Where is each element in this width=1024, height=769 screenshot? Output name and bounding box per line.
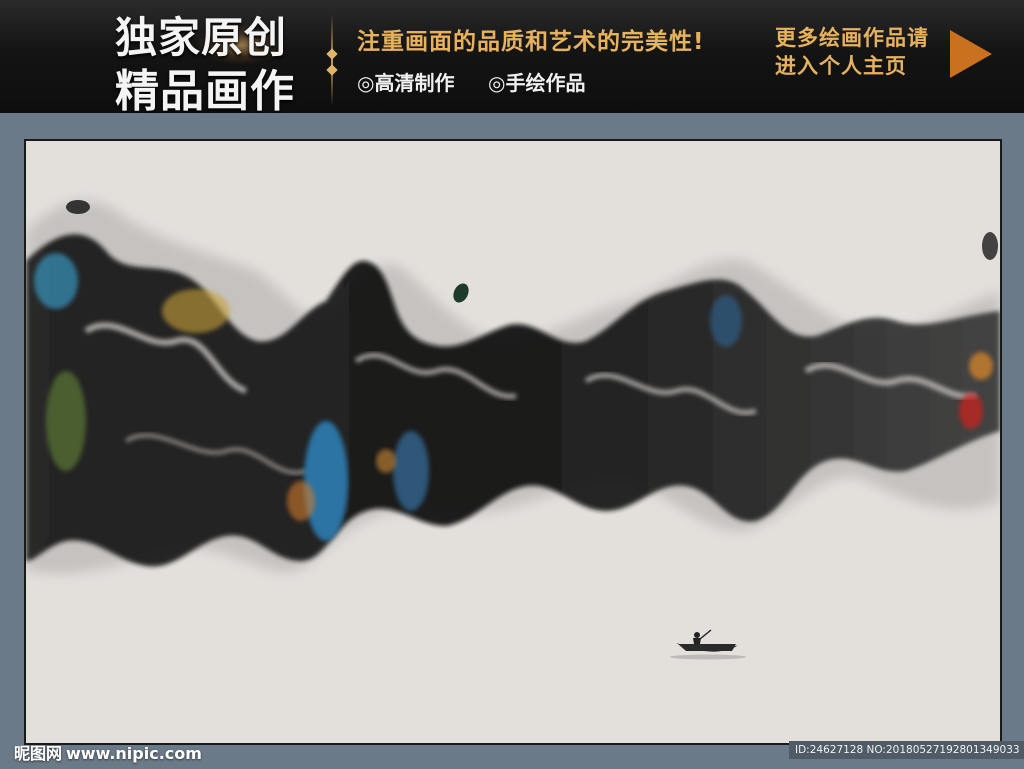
banner-divider <box>326 14 338 106</box>
orange-ink-accent <box>969 352 993 380</box>
blue-ink-accent <box>710 295 742 347</box>
watermark-site-url[interactable]: www.nipic.com <box>66 744 202 763</box>
ink-droplet <box>66 200 90 214</box>
banner-title-line2: 精品画作 <box>115 66 295 113</box>
orange-ink-accent <box>287 481 315 521</box>
ink-band-main <box>26 234 1000 567</box>
yellow-ink-accent <box>162 289 230 333</box>
more-works-link-line1[interactable]: 更多绘画作品请 <box>775 22 929 52</box>
banner-slogan: 注重画面的品质和艺术的完美性! <box>357 29 705 55</box>
ink-droplet <box>453 283 469 303</box>
watermark-logo: 昵图网 www.nipic.com <box>14 740 202 764</box>
image-id-badge: ID:24627128 NO:20180527192801349033 <box>789 741 1024 759</box>
play-arrow-icon[interactable] <box>950 30 992 78</box>
orange-ink-accent <box>376 449 396 473</box>
red-ink-accent <box>959 393 983 429</box>
promo-banner: 独家原创 精品画作 注重画面的品质和艺术的完美性! ◎高清制作 ◎手绘作品 更多… <box>0 0 1024 113</box>
watermark-logo-text: 昵图网 <box>14 744 63 763</box>
feature-hd: ◎高清制作 <box>357 71 455 95</box>
divider-diamond-icon <box>326 48 338 60</box>
feature-handdrawn: ◎手绘作品 <box>488 71 586 95</box>
blue-ink-accent <box>393 431 429 511</box>
ink-wash-painting <box>26 200 1000 660</box>
fishing-boat-icon <box>670 629 746 660</box>
blue-ink-accent <box>304 421 348 541</box>
ink-droplet <box>982 232 998 260</box>
artwork-frame <box>24 139 1002 745</box>
green-ink-accent <box>46 371 86 471</box>
more-works-link-line2[interactable]: 进入个人主页 <box>775 50 907 80</box>
divider-diamond-icon <box>326 64 338 76</box>
blue-ink-accent <box>34 253 78 309</box>
